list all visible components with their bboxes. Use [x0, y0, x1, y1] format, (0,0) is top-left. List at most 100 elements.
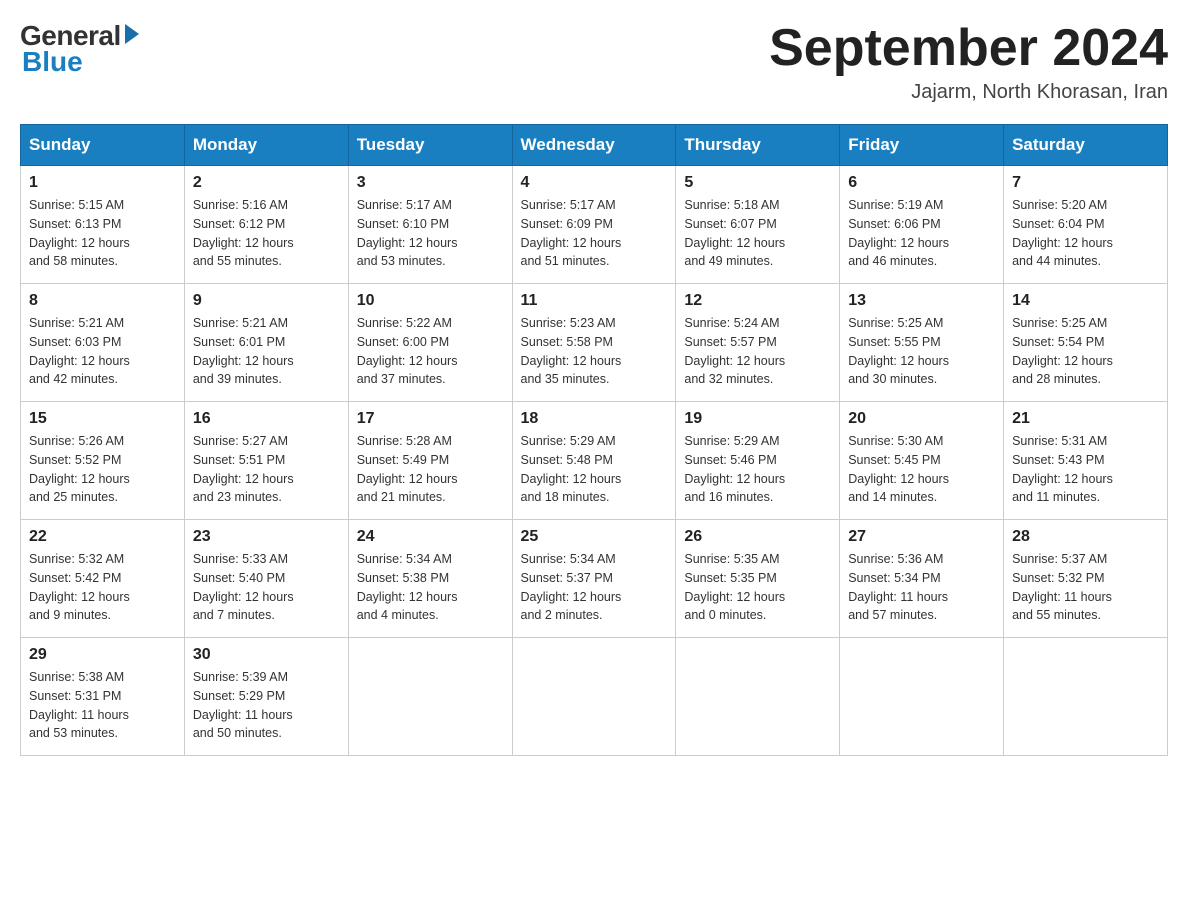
day-info: Sunrise: 5:21 AMSunset: 6:01 PMDaylight:… — [193, 314, 340, 389]
calendar-cell — [348, 638, 512, 756]
calendar-cell — [840, 638, 1004, 756]
day-number: 28 — [1012, 528, 1159, 546]
calendar-cell: 1 Sunrise: 5:15 AMSunset: 6:13 PMDaylight… — [21, 166, 185, 284]
day-info: Sunrise: 5:22 AMSunset: 6:00 PMDaylight:… — [357, 314, 504, 389]
calendar-header-row: SundayMondayTuesdayWednesdayThursdayFrid… — [21, 125, 1168, 166]
calendar-header-sunday: Sunday — [21, 125, 185, 166]
day-info: Sunrise: 5:17 AMSunset: 6:09 PMDaylight:… — [521, 196, 668, 271]
day-info: Sunrise: 5:19 AMSunset: 6:06 PMDaylight:… — [848, 196, 995, 271]
day-info: Sunrise: 5:20 AMSunset: 6:04 PMDaylight:… — [1012, 196, 1159, 271]
day-number: 30 — [193, 646, 340, 664]
calendar-cell: 8 Sunrise: 5:21 AMSunset: 6:03 PMDaylight… — [21, 284, 185, 402]
calendar-cell — [512, 638, 676, 756]
location-text: Jajarm, North Khorasan, Iran — [769, 81, 1168, 104]
day-number: 11 — [521, 292, 668, 310]
day-info: Sunrise: 5:38 AMSunset: 5:31 PMDaylight:… — [29, 668, 176, 743]
day-number: 16 — [193, 410, 340, 428]
calendar-cell: 11 Sunrise: 5:23 AMSunset: 5:58 PMDayligh… — [512, 284, 676, 402]
calendar-week-row: 22 Sunrise: 5:32 AMSunset: 5:42 PMDayligh… — [21, 520, 1168, 638]
calendar-week-row: 8 Sunrise: 5:21 AMSunset: 6:03 PMDaylight… — [21, 284, 1168, 402]
logo-blue-text: Blue — [20, 46, 83, 78]
calendar-cell: 27 Sunrise: 5:36 AMSunset: 5:34 PMDayligh… — [840, 520, 1004, 638]
calendar-cell: 14Sunrise: 5:25 AMSunset: 5:54 PMDayligh… — [1004, 284, 1168, 402]
day-number: 6 — [848, 174, 995, 192]
day-info: Sunrise: 5:24 AMSunset: 5:57 PMDaylight:… — [684, 314, 831, 389]
calendar-cell — [1004, 638, 1168, 756]
day-number: 17 — [357, 410, 504, 428]
calendar-cell: 20 Sunrise: 5:30 AMSunset: 5:45 PMDayligh… — [840, 402, 1004, 520]
day-info: Sunrise: 5:25 AMSunset: 5:55 PMDaylight:… — [848, 314, 995, 389]
day-number: 12 — [684, 292, 831, 310]
calendar-cell: 22 Sunrise: 5:32 AMSunset: 5:42 PMDayligh… — [21, 520, 185, 638]
day-info: Sunrise: 5:36 AMSunset: 5:34 PMDaylight:… — [848, 550, 995, 625]
calendar-cell: 7 Sunrise: 5:20 AMSunset: 6:04 PMDaylight… — [1004, 166, 1168, 284]
calendar-cell: 17 Sunrise: 5:28 AMSunset: 5:49 PMDayligh… — [348, 402, 512, 520]
day-number: 23 — [193, 528, 340, 546]
day-number: 18 — [521, 410, 668, 428]
day-info: Sunrise: 5:35 AMSunset: 5:35 PMDaylight:… — [684, 550, 831, 625]
calendar-cell: 16 Sunrise: 5:27 AMSunset: 5:51 PMDayligh… — [184, 402, 348, 520]
day-number: 21 — [1012, 410, 1159, 428]
calendar-cell: 6 Sunrise: 5:19 AMSunset: 6:06 PMDaylight… — [840, 166, 1004, 284]
calendar-header-saturday: Saturday — [1004, 125, 1168, 166]
day-info: Sunrise: 5:28 AMSunset: 5:49 PMDaylight:… — [357, 432, 504, 507]
day-info: Sunrise: 5:23 AMSunset: 5:58 PMDaylight:… — [521, 314, 668, 389]
day-info: Sunrise: 5:27 AMSunset: 5:51 PMDaylight:… — [193, 432, 340, 507]
calendar-cell: 3 Sunrise: 5:17 AMSunset: 6:10 PMDaylight… — [348, 166, 512, 284]
calendar-week-row: 1 Sunrise: 5:15 AMSunset: 6:13 PMDaylight… — [21, 166, 1168, 284]
day-number: 2 — [193, 174, 340, 192]
day-info: Sunrise: 5:29 AMSunset: 5:48 PMDaylight:… — [521, 432, 668, 507]
day-number: 27 — [848, 528, 995, 546]
month-title: September 2024 — [769, 20, 1168, 77]
calendar-cell: 25 Sunrise: 5:34 AMSunset: 5:37 PMDayligh… — [512, 520, 676, 638]
calendar-cell — [676, 638, 840, 756]
day-number: 4 — [521, 174, 668, 192]
day-number: 29 — [29, 646, 176, 664]
calendar-cell: 24Sunrise: 5:34 AMSunset: 5:38 PMDayligh… — [348, 520, 512, 638]
day-number: 8 — [29, 292, 176, 310]
day-info: Sunrise: 5:34 AMSunset: 5:37 PMDaylight:… — [521, 550, 668, 625]
day-info: Sunrise: 5:31 AMSunset: 5:43 PMDaylight:… — [1012, 432, 1159, 507]
day-number: 19 — [684, 410, 831, 428]
day-number: 14 — [1012, 292, 1159, 310]
day-number: 20 — [848, 410, 995, 428]
calendar-cell: 2 Sunrise: 5:16 AMSunset: 6:12 PMDaylight… — [184, 166, 348, 284]
day-info: Sunrise: 5:29 AMSunset: 5:46 PMDaylight:… — [684, 432, 831, 507]
day-number: 1 — [29, 174, 176, 192]
calendar-header-tuesday: Tuesday — [348, 125, 512, 166]
day-number: 25 — [521, 528, 668, 546]
day-info: Sunrise: 5:30 AMSunset: 5:45 PMDaylight:… — [848, 432, 995, 507]
day-number: 7 — [1012, 174, 1159, 192]
calendar-cell: 29 Sunrise: 5:38 AMSunset: 5:31 PMDayligh… — [21, 638, 185, 756]
day-info: Sunrise: 5:17 AMSunset: 6:10 PMDaylight:… — [357, 196, 504, 271]
day-number: 13 — [848, 292, 995, 310]
day-number: 15 — [29, 410, 176, 428]
calendar-header-monday: Monday — [184, 125, 348, 166]
day-info: Sunrise: 5:39 AMSunset: 5:29 PMDaylight:… — [193, 668, 340, 743]
calendar-header-friday: Friday — [840, 125, 1004, 166]
calendar-cell: 12 Sunrise: 5:24 AMSunset: 5:57 PMDayligh… — [676, 284, 840, 402]
calendar-cell: 9 Sunrise: 5:21 AMSunset: 6:01 PMDaylight… — [184, 284, 348, 402]
day-info: Sunrise: 5:32 AMSunset: 5:42 PMDaylight:… — [29, 550, 176, 625]
calendar-cell: 30 Sunrise: 5:39 AMSunset: 5:29 PMDayligh… — [184, 638, 348, 756]
day-info: Sunrise: 5:15 AMSunset: 6:13 PMDaylight:… — [29, 196, 176, 271]
day-info: Sunrise: 5:37 AMSunset: 5:32 PMDaylight:… — [1012, 550, 1159, 625]
calendar-header-wednesday: Wednesday — [512, 125, 676, 166]
day-info: Sunrise: 5:34 AMSunset: 5:38 PMDaylight:… — [357, 550, 504, 625]
logo: General Blue — [20, 20, 139, 78]
calendar-cell: 21 Sunrise: 5:31 AMSunset: 5:43 PMDayligh… — [1004, 402, 1168, 520]
calendar-header-thursday: Thursday — [676, 125, 840, 166]
calendar-cell: 19 Sunrise: 5:29 AMSunset: 5:46 PMDayligh… — [676, 402, 840, 520]
calendar-cell: 23Sunrise: 5:33 AMSunset: 5:40 PMDayligh… — [184, 520, 348, 638]
calendar-week-row: 15Sunrise: 5:26 AMSunset: 5:52 PMDayligh… — [21, 402, 1168, 520]
calendar-cell: 4 Sunrise: 5:17 AMSunset: 6:09 PMDaylight… — [512, 166, 676, 284]
logo-arrow-icon — [125, 24, 139, 44]
page-header: General Blue September 2024 Jajarm, Nort… — [20, 20, 1168, 104]
day-number: 3 — [357, 174, 504, 192]
day-info: Sunrise: 5:21 AMSunset: 6:03 PMDaylight:… — [29, 314, 176, 389]
day-number: 22 — [29, 528, 176, 546]
calendar-week-row: 29 Sunrise: 5:38 AMSunset: 5:31 PMDayligh… — [21, 638, 1168, 756]
title-section: September 2024 Jajarm, North Khorasan, I… — [769, 20, 1168, 104]
day-number: 9 — [193, 292, 340, 310]
day-info: Sunrise: 5:16 AMSunset: 6:12 PMDaylight:… — [193, 196, 340, 271]
